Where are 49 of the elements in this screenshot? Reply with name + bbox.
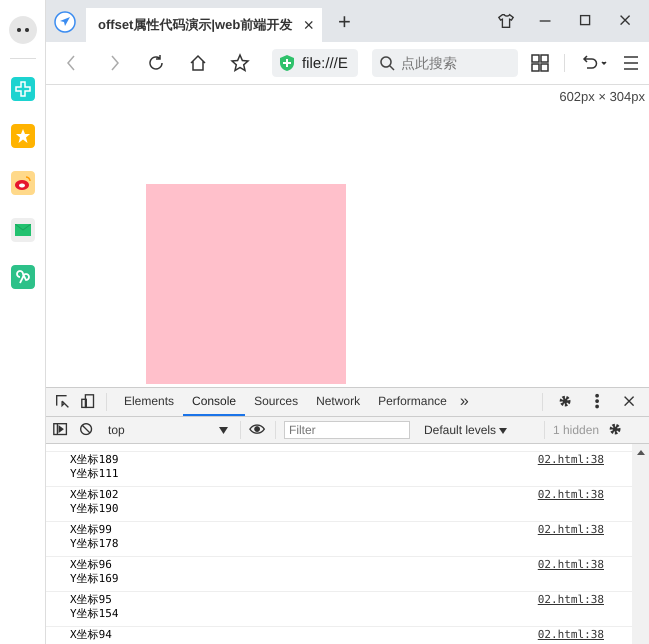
more-tabs-button[interactable]: » (456, 393, 473, 411)
weibo-app-icon[interactable] (10, 171, 34, 195)
console-message: Y坐标111 (70, 467, 120, 481)
console-message: Y坐标169 (70, 572, 120, 586)
source-link[interactable]: 02.html:38 (538, 558, 604, 591)
hidden-count: 1 hidden (553, 423, 600, 437)
caret-icon (219, 426, 228, 434)
tab-title: offset属性代码演示|web前端开发 (98, 16, 294, 34)
scroll-up-icon[interactable] (636, 450, 644, 455)
console-message: X坐标95 (70, 593, 113, 607)
address-bar[interactable]: file:///E (272, 49, 358, 77)
console-message: X坐标99 (70, 523, 113, 537)
browser-tab[interactable]: offset属性代码演示|web前端开发 × (86, 8, 322, 42)
console-message: Y坐标190 (70, 502, 120, 516)
source-link[interactable]: 02.html:38 (538, 628, 604, 644)
browser-logo-icon[interactable] (54, 11, 76, 33)
scrollbar[interactable] (632, 444, 649, 644)
source-link[interactable]: 02.html:38 (538, 453, 604, 486)
avatar-icon[interactable] (8, 16, 36, 44)
address-text: file:///E (302, 54, 348, 72)
console-message: X坐标94 (70, 628, 113, 642)
filter-field[interactable]: Filter (284, 421, 410, 439)
home-icon[interactable] (188, 53, 208, 73)
console-message: X坐标96 (70, 558, 113, 572)
source-link[interactable]: 02.html:38 (538, 593, 604, 626)
devtools-tab[interactable]: Performance (369, 388, 456, 416)
context-dropdown[interactable]: top (104, 423, 232, 437)
close-tab-button[interactable]: × (303, 14, 314, 36)
shield-icon (280, 55, 294, 71)
console-message: Y坐标178 (70, 537, 120, 551)
mail-app-icon[interactable] (10, 218, 34, 242)
console-message: X坐标102 (70, 488, 120, 502)
new-tab-button[interactable]: + (332, 8, 357, 36)
devtools-tab[interactable]: Elements (115, 388, 184, 416)
devtools-tab[interactable]: Sources (245, 388, 308, 416)
star-icon[interactable] (230, 53, 250, 73)
console-message: Y坐标154 (70, 607, 120, 621)
shirt-icon[interactable] (497, 12, 515, 30)
grid-icon[interactable] (530, 53, 550, 73)
source-link[interactable]: 02.html:38 (538, 488, 604, 521)
caret-icon (499, 428, 508, 434)
search-icon (379, 55, 395, 71)
viewport-size-label: 602px × 304px (559, 89, 645, 104)
levels-dropdown[interactable]: Default levels (418, 422, 536, 438)
devtools-tab[interactable]: Network (307, 388, 370, 416)
console-message: X坐标189 (70, 453, 120, 467)
star-app-icon[interactable] (10, 124, 34, 148)
search-field[interactable]: 点此搜索 (372, 49, 518, 77)
source-link[interactable]: 02.html:38 (538, 523, 604, 556)
